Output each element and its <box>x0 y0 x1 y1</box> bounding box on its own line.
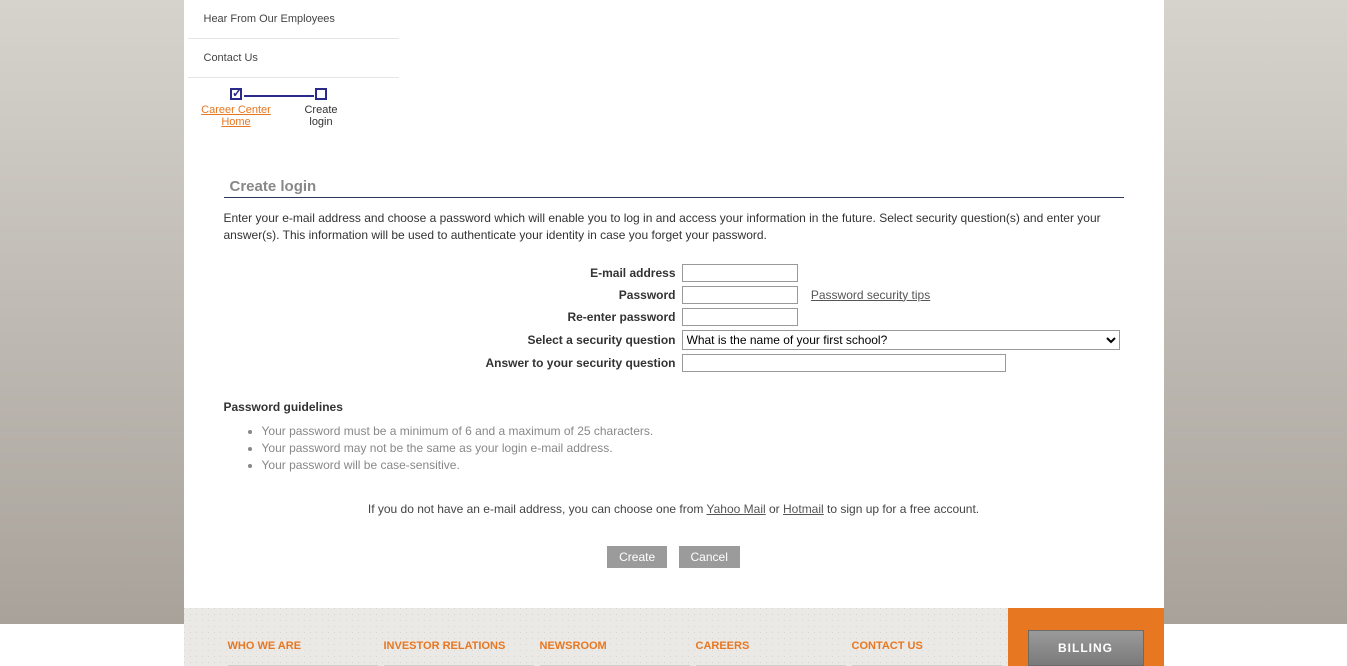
cancel-button[interactable]: Cancel <box>679 546 740 568</box>
row-answer: Answer to your security question <box>224 354 1124 372</box>
footer-links: WHO WE ARE INVESTOR RELATIONS NEWSROOM C… <box>184 608 1008 666</box>
wizard-breadcrumb: Career Center Home Create login <box>194 88 364 138</box>
billing-button[interactable]: BILLING <box>1028 630 1144 666</box>
row-reenter: Re-enter password <box>224 308 1124 326</box>
guideline-item: Your password must be a minimum of 6 and… <box>262 424 1124 438</box>
guideline-item: Your password may not be the same as you… <box>262 441 1124 455</box>
no-email-prefix: If you do not have an e-mail address, yo… <box>368 502 707 516</box>
no-email-or: or <box>766 502 783 516</box>
reenter-password-field[interactable] <box>682 308 798 326</box>
wizard-step-label: Create <box>279 104 364 116</box>
no-email-suffix: to sign up for a free account. <box>824 502 979 516</box>
checkbox-empty-icon <box>315 88 327 100</box>
section-title: Create login <box>224 178 1124 198</box>
no-email-text: If you do not have an e-mail address, yo… <box>224 502 1124 516</box>
row-email: E-mail address <box>224 264 1124 282</box>
email-field[interactable] <box>682 264 798 282</box>
footer-billing-panel: BILLING <box>1008 608 1164 666</box>
wizard-step-label: Career Center <box>201 104 271 116</box>
button-row: Create Cancel <box>224 546 1124 568</box>
checkbox-checked-icon <box>230 88 242 100</box>
nav-item-contact-us[interactable]: Contact Us <box>188 38 399 78</box>
yahoo-mail-link[interactable]: Yahoo Mail <box>707 502 766 516</box>
password-tips-link[interactable]: Password security tips <box>811 288 930 302</box>
wizard-step-career-home[interactable]: Career Center Home <box>194 88 279 128</box>
wizard-step-label2: Home <box>221 116 250 128</box>
label-reenter: Re-enter password <box>224 310 682 324</box>
row-question: Select a security question What is the n… <box>224 330 1124 350</box>
footer-link-newsroom[interactable]: NEWSROOM <box>540 640 690 666</box>
top-nav: Hear From Our Employees Contact Us <box>188 0 399 78</box>
guideline-item: Your password will be case-sensitive. <box>262 458 1124 472</box>
hotmail-link[interactable]: Hotmail <box>783 502 824 516</box>
row-password: Password Password security tips <box>224 286 1124 304</box>
wizard-step-label2: login <box>279 116 364 128</box>
label-email: E-mail address <box>224 266 682 280</box>
nav-item-hear-from-employees[interactable]: Hear From Our Employees <box>188 0 399 39</box>
intro-text: Enter your e-mail address and choose a p… <box>224 210 1124 244</box>
footer-link-who-we-are[interactable]: WHO WE ARE <box>228 640 378 666</box>
security-question-select[interactable]: What is the name of your first school? <box>682 330 1120 350</box>
label-question: Select a security question <box>224 333 682 347</box>
footer-link-careers[interactable]: CAREERS <box>696 640 846 666</box>
security-answer-field[interactable] <box>682 354 1006 372</box>
guidelines-list: Your password must be a minimum of 6 and… <box>244 424 1124 472</box>
label-password: Password <box>224 288 682 302</box>
footer-link-contact-us[interactable]: CONTACT US <box>852 640 1002 666</box>
password-field[interactable] <box>682 286 798 304</box>
create-button[interactable]: Create <box>607 546 667 568</box>
wizard-step-create-login: Create login <box>279 88 364 128</box>
page-container: Hear From Our Employees Contact Us Caree… <box>184 0 1164 666</box>
guidelines-title: Password guidelines <box>224 400 1124 414</box>
footer-link-investor-relations[interactable]: INVESTOR RELATIONS <box>384 640 534 666</box>
footer: WHO WE ARE INVESTOR RELATIONS NEWSROOM C… <box>184 608 1164 666</box>
label-answer: Answer to your security question <box>224 356 682 370</box>
main-content: Create login Enter your e-mail address a… <box>184 138 1164 608</box>
